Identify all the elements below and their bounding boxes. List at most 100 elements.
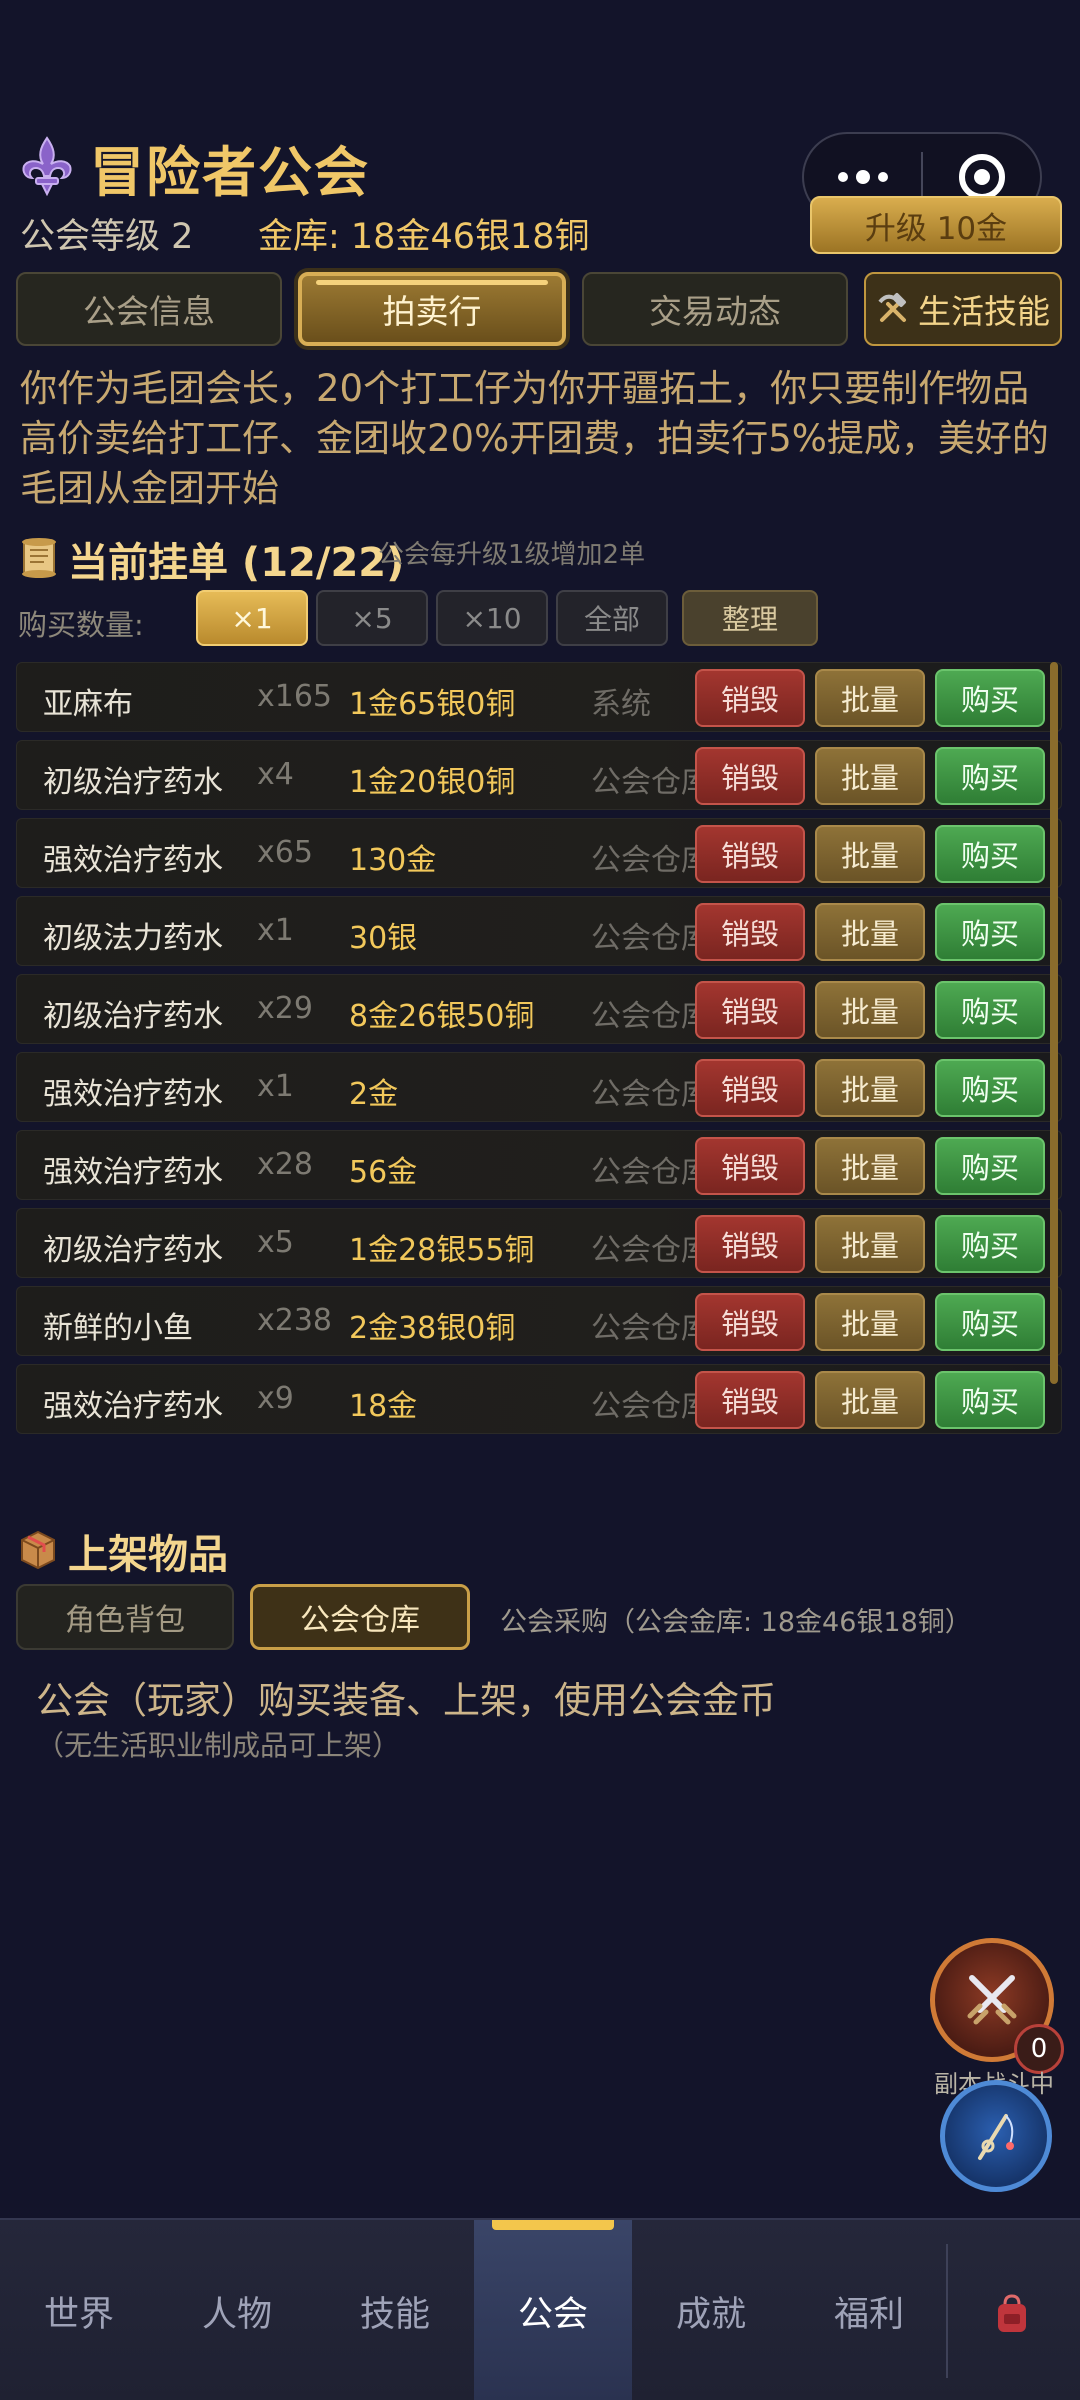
item-seller: 公会仓库 xyxy=(591,1233,711,1268)
fishing-icon xyxy=(978,2114,1014,2160)
crossed-swords-icon xyxy=(967,1975,1017,2025)
shelve-hint: 公会（玩家）购买装备、上架，使用公会金币 xyxy=(36,1679,776,1722)
buy-button[interactable]: 购买 xyxy=(935,903,1045,961)
destroy-button[interactable]: 销毁 xyxy=(695,981,805,1039)
item-seller: 公会仓库 xyxy=(591,999,711,1034)
sort-button[interactable]: 整理 xyxy=(682,590,818,646)
item-seller: 公会仓库 xyxy=(591,1077,711,1112)
bulk-button[interactable]: 批量 xyxy=(815,1371,925,1429)
destroy-button[interactable]: 销毁 xyxy=(695,1293,805,1351)
backpack-icon[interactable] xyxy=(990,2292,1034,2336)
nav-world[interactable]: 世界 xyxy=(0,2220,158,2400)
buy-button[interactable]: 购买 xyxy=(935,981,1045,1039)
bulk-button[interactable]: 批量 xyxy=(815,903,925,961)
item-name: 初级治疗药水 xyxy=(43,765,223,800)
bulk-button[interactable]: 批量 xyxy=(815,1293,925,1351)
destroy-button[interactable]: 销毁 xyxy=(695,903,805,961)
item-name: 初级法力药水 xyxy=(43,921,223,956)
item-name: 初级治疗药水 xyxy=(43,999,223,1034)
destroy-button[interactable]: 销毁 xyxy=(695,1059,805,1117)
item-name: 强效治疗药水 xyxy=(43,1077,223,1112)
upgrade-button[interactable]: 升级 10金 xyxy=(810,196,1062,254)
nav-achievements[interactable]: 成就 xyxy=(632,2220,790,2400)
item-count: x1 xyxy=(257,1069,294,1104)
shelve-subhint: （无生活职业制成品可上架） xyxy=(36,1729,401,1762)
quantity-label: 购买数量: xyxy=(18,608,144,642)
buy-button[interactable]: 购买 xyxy=(935,1371,1045,1429)
tab-guild-warehouse[interactable]: 公会仓库 xyxy=(250,1584,470,1650)
buy-button[interactable]: 购买 xyxy=(935,1215,1045,1273)
buy-button[interactable]: 购买 xyxy=(935,1293,1045,1351)
bottom-nav: 世界 人物 技能 公会 成就 福利 xyxy=(0,2218,1080,2400)
nav-skills[interactable]: 技能 xyxy=(316,2220,474,2400)
tab-character-bag[interactable]: 角色背包 xyxy=(16,1584,234,1650)
listings-note: 公会每升级1级增加2单 xyxy=(378,540,646,570)
item-seller: 公会仓库 xyxy=(591,921,711,956)
nav-guild[interactable]: 公会 xyxy=(474,2220,632,2400)
qty-all-button[interactable]: 全部 xyxy=(556,590,668,646)
tab-trade-feed[interactable]: 交易动态 xyxy=(582,272,848,346)
listings-title: 当前挂单 (12/22) xyxy=(68,540,405,586)
item-price: 56金 xyxy=(349,1155,418,1190)
bulk-button[interactable]: 批量 xyxy=(815,981,925,1039)
item-seller: 系统 xyxy=(591,687,651,722)
buy-button[interactable]: 购买 xyxy=(935,669,1045,727)
qty-x1-button[interactable]: ×1 xyxy=(196,590,308,646)
fishing-button[interactable] xyxy=(940,2080,1052,2192)
item-count: x65 xyxy=(257,835,313,870)
item-count: x238 xyxy=(257,1303,333,1338)
bulk-button[interactable]: 批量 xyxy=(815,825,925,883)
qty-x5-button[interactable]: ×5 xyxy=(316,590,428,646)
item-seller: 公会仓库 xyxy=(591,1155,711,1190)
destroy-button[interactable]: 销毁 xyxy=(695,1215,805,1273)
item-price: 18金 xyxy=(349,1389,418,1424)
shelve-title: 上架物品 xyxy=(68,1532,228,1578)
buy-button[interactable]: 购买 xyxy=(935,825,1045,883)
item-name: 新鲜的小鱼 xyxy=(43,1311,193,1346)
destroy-button[interactable]: 销毁 xyxy=(695,1371,805,1429)
item-seller: 公会仓库 xyxy=(591,765,711,800)
item-name: 亚麻布 xyxy=(43,687,133,722)
table-row: 初级治疗药水 x5 1金28银55铜 公会仓库 销毁 批量 购买 xyxy=(16,1208,1062,1278)
destroy-button[interactable]: 销毁 xyxy=(695,747,805,805)
treasury-amount: 金库: 18金46银18铜 xyxy=(258,217,590,257)
nav-character[interactable]: 人物 xyxy=(158,2220,316,2400)
bulk-button[interactable]: 批量 xyxy=(815,669,925,727)
destroy-button[interactable]: 销毁 xyxy=(695,825,805,883)
nav-rewards[interactable]: 福利 xyxy=(790,2220,948,2400)
guild-description: 你作为毛团会长，20个打工仔为你开疆拓土，你只要制作物品高价卖给打工仔、金团收2… xyxy=(20,367,1049,510)
bulk-button[interactable]: 批量 xyxy=(815,1137,925,1195)
hammer-pick-icon xyxy=(878,293,906,322)
bulk-button[interactable]: 批量 xyxy=(815,1215,925,1273)
item-count: x9 xyxy=(257,1381,294,1416)
item-price: 1金20银0铜 xyxy=(349,765,516,800)
destroy-button[interactable]: 销毁 xyxy=(695,669,805,727)
bulk-button[interactable]: 批量 xyxy=(815,1059,925,1117)
qty-x10-button[interactable]: ×10 xyxy=(436,590,548,646)
buy-button[interactable]: 购买 xyxy=(935,1137,1045,1195)
item-seller: 公会仓库 xyxy=(591,843,711,878)
item-count: x29 xyxy=(257,991,313,1026)
destroy-button[interactable]: 销毁 xyxy=(695,1137,805,1195)
item-count: x4 xyxy=(257,757,294,792)
buy-button[interactable]: 购买 xyxy=(935,747,1045,805)
item-name: 强效治疗药水 xyxy=(43,1389,223,1424)
buy-button[interactable]: 购买 xyxy=(935,1059,1045,1117)
box-icon xyxy=(21,1530,55,1570)
bulk-button[interactable]: 批量 xyxy=(815,747,925,805)
item-count: x1 xyxy=(257,913,294,948)
item-price: 2金38银0铜 xyxy=(349,1311,516,1346)
guild-purchase-note: 公会采购（公会金库: 18金46银18铜） xyxy=(500,1607,972,1638)
table-row: 初级法力药水 x1 30银 公会仓库 销毁 批量 购买 xyxy=(16,896,1062,966)
tab-guild-info[interactable]: 公会信息 xyxy=(16,272,282,346)
item-name: 强效治疗药水 xyxy=(43,843,223,878)
item-count: x5 xyxy=(257,1225,294,1260)
item-count: x28 xyxy=(257,1147,313,1182)
table-row: 强效治疗药水 x65 130金 公会仓库 销毁 批量 购买 xyxy=(16,818,1062,888)
tab-auction-house[interactable]: 拍卖行 xyxy=(298,272,566,346)
item-count: x165 xyxy=(257,679,333,714)
page-title: 冒险者公会 xyxy=(90,141,370,204)
tab-life-skills[interactable]: 生活技能 xyxy=(864,272,1062,346)
listings-scrollbar[interactable] xyxy=(1050,662,1058,1384)
item-name: 强效治疗药水 xyxy=(43,1155,223,1190)
